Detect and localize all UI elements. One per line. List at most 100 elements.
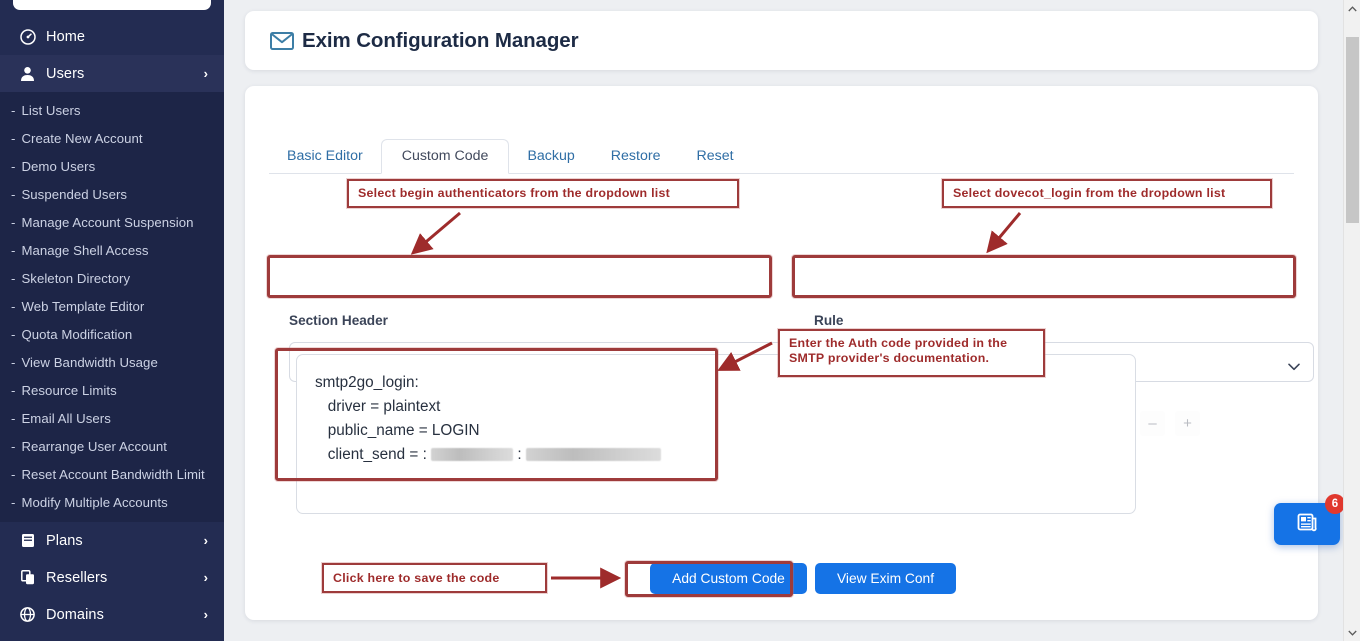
sidebar-subitem-email-all-users[interactable]: - Email All Users [0,404,224,432]
dashboard-icon [18,28,37,45]
chevron-right-icon: › [203,570,208,585]
sidebar-subitem-web-template-editor[interactable]: - Web Template Editor [0,292,224,320]
news-widget-button[interactable]: 6 [1274,494,1345,545]
copy-icon [18,570,37,586]
sidebar-item-resellers[interactable]: Resellers › [0,559,224,596]
tab-restore[interactable]: Restore [593,140,679,173]
sidebar-submenu-users: - List Users - Create New Account - Demo… [0,92,224,522]
zoom-in-button[interactable]: + [1175,411,1200,436]
sidebar-item-label: Domains [46,606,104,623]
dash-bullet: - [11,494,16,510]
sidebar-item-label: Resellers [46,569,108,586]
sidebar-item-domains[interactable]: Domains › [0,596,224,633]
sidebar-subitem-create-new-account[interactable]: - Create New Account [0,124,224,152]
redacted-username [431,448,514,462]
section-header-label: Section Header [289,313,388,328]
page-header-card: Exim Configuration Manager [245,11,1318,70]
user-icon [18,66,37,82]
sidebar-item-networking[interactable]: Networking › [0,633,224,641]
sidebar-subitem-label: Reset Account Bandwidth Limit [21,466,205,482]
sidebar: Home Users › - List Users - Create New A… [0,0,224,641]
code-line-4-mid: : [513,446,526,463]
view-exim-conf-button[interactable]: View Exim Conf [815,563,956,594]
sidebar-subitem-modify-multiple-accounts[interactable]: - Modify Multiple Accounts [0,488,224,516]
dash-bullet: - [11,410,16,426]
sidebar-subitem-list-users[interactable]: - List Users [0,96,224,124]
sidebar-item-home[interactable]: Home [0,18,224,55]
chevron-right-icon: › [203,533,208,548]
envelope-icon [269,28,295,54]
code-line-1: smtp2go_login: [315,374,419,391]
sidebar-subitem-view-bandwidth-usage[interactable]: - View Bandwidth Usage [0,348,224,376]
notification-badge: 6 [1325,494,1345,514]
dash-bullet: - [11,186,16,202]
sidebar-subitem-manage-shell-access[interactable]: - Manage Shell Access [0,236,224,264]
sidebar-subitem-label: Web Template Editor [21,298,145,314]
dash-bullet: - [11,242,16,258]
news-document-icon [1295,510,1319,539]
sidebar-subitem-label: Quota Modification [21,326,133,342]
sidebar-item-label: Users [46,65,85,82]
add-custom-code-button[interactable]: Add Custom Code [650,563,807,594]
dash-bullet: - [11,298,16,314]
book-icon [18,533,37,549]
dash-bullet: - [11,326,16,342]
custom-code-panel: Basic Editor Custom Code Backup Restore … [245,86,1318,620]
dash-bullet: - [11,158,16,174]
page-scrollbar[interactable] [1343,0,1360,641]
custom-code-textarea[interactable]: smtp2go_login: driver = plaintext public… [296,354,1136,514]
sidebar-subitem-suspended-users[interactable]: - Suspended Users [0,180,224,208]
chevron-right-icon: › [203,66,208,81]
tab-custom-code[interactable]: Custom Code [380,138,510,174]
code-line-4-prefix: client_send = : [315,446,432,463]
sidebar-subitem-manage-account-suspension[interactable]: - Manage Account Suspension [0,208,224,236]
sidebar-subitem-quota-modification[interactable]: - Quota Modification [0,320,224,348]
sidebar-item-users[interactable]: Users › [0,55,224,92]
tab-basic-editor[interactable]: Basic Editor [269,140,381,173]
scrollbar-up-arrow[interactable] [1344,0,1360,17]
sidebar-subitem-label: View Bandwidth Usage [21,354,158,370]
sidebar-subitem-demo-users[interactable]: - Demo Users [0,152,224,180]
sidebar-item-label: Plans [46,532,83,549]
tab-reset[interactable]: Reset [678,140,751,173]
sidebar-subitem-label: Skeleton Directory [21,270,131,286]
dash-bullet: - [11,270,16,286]
textarea-resize-handle[interactable] [1119,497,1132,510]
editor-zoom-controls: – + [1140,411,1200,436]
sidebar-search-input[interactable] [13,0,211,10]
dash-bullet: - [11,438,16,454]
dash-bullet: - [11,214,16,230]
dash-bullet: - [11,466,16,482]
sidebar-subitem-label: Suspended Users [21,186,128,202]
redacted-password [525,448,661,462]
sidebar-subitem-label: Resource Limits [21,382,117,398]
sidebar-item-plans[interactable]: Plans › [0,522,224,559]
sidebar-subitem-label: Rearrange User Account [21,438,167,454]
chevron-right-icon: › [203,607,208,622]
dash-bullet: - [11,130,16,146]
page-title: Exim Configuration Manager [302,28,579,52]
dash-bullet: - [11,102,16,118]
sidebar-item-label: Home [46,28,86,45]
zoom-out-button[interactable]: – [1140,411,1165,436]
sidebar-nav-bottom: Plans › Resellers › Domains › [0,522,224,641]
sidebar-subitem-label: Demo Users [21,158,96,174]
sidebar-subitem-resource-limits[interactable]: - Resource Limits [0,376,224,404]
dash-bullet: - [11,382,16,398]
tab-bar: Basic Editor Custom Code Backup Restore … [269,138,1294,174]
sidebar-subitem-reset-account-bandwidth-limit[interactable]: - Reset Account Bandwidth Limit [0,460,224,488]
main-content: Exim Configuration Manager Basic Editor … [224,0,1340,641]
dash-bullet: - [11,354,16,370]
sidebar-subitem-label: List Users [21,102,81,118]
sidebar-subitem-rearrange-user-account[interactable]: - Rearrange User Account [0,432,224,460]
sidebar-subitem-label: Modify Multiple Accounts [21,494,168,510]
tab-backup[interactable]: Backup [509,140,592,173]
sidebar-subitem-label: Manage Shell Access [21,242,149,258]
sidebar-subitem-skeleton-directory[interactable]: - Skeleton Directory [0,264,224,292]
scrollbar-thumb[interactable] [1346,37,1359,223]
globe-icon [18,607,37,623]
scrollbar-down-arrow[interactable] [1344,624,1360,641]
sidebar-nav-top: Home Users › - List Users - Create New A… [0,18,224,641]
code-line-3: public_name = LOGIN [315,422,480,439]
sidebar-subitem-label: Email All Users [21,410,111,426]
